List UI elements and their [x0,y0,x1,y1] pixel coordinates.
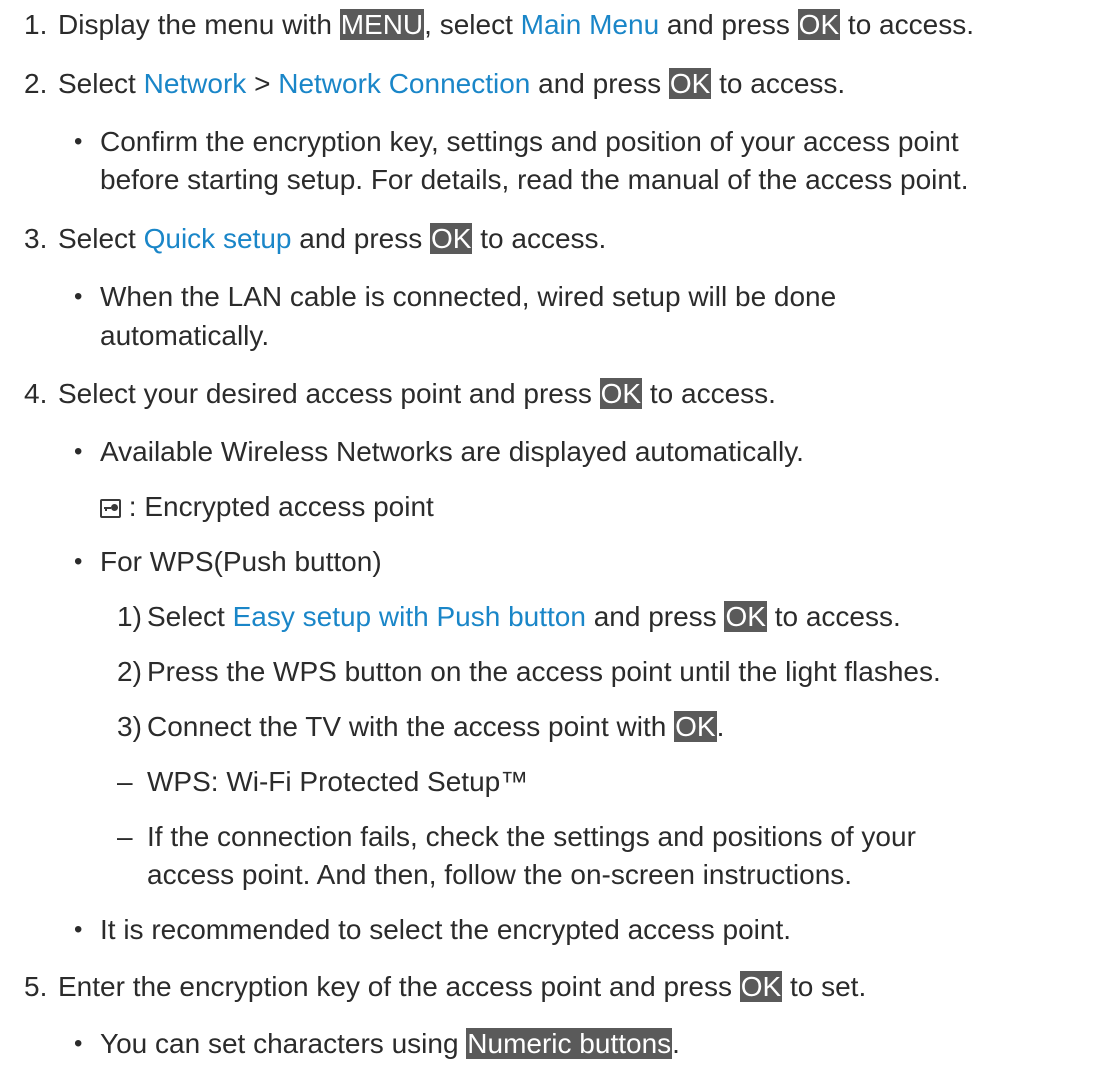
step-2-text-d: to access. [711,68,846,99]
step-3-text-b: and press [291,223,430,254]
step-2-text-c: and press [530,68,669,99]
step-5-number: 5. [24,971,48,1002]
step-2-number: 2. [24,68,48,99]
sub-step-1-text-a: Select [147,601,233,632]
easy-setup-push-button-link[interactable]: Easy setup with Push button [233,601,586,632]
encrypted-key-icon [100,499,121,518]
step-3-text: Select Quick setup and press OK to acces… [58,221,606,257]
sub-step-1-text: Select Easy setup with Push button and p… [147,599,901,635]
bullet-mark: • [74,438,83,465]
bullet-mark: • [74,1030,83,1057]
step-3-bullet-line-2: automatically. [100,320,270,351]
step-2-text-a: Select [58,68,144,99]
connection-fail-note-line-2: access point. And then, follow the on-sc… [147,859,853,890]
sub-step-3-text-b: . [716,711,725,742]
step-2-bullet-line-1: Confirm the encryption key, settings and… [100,126,959,157]
ok-key: OK [739,971,783,1002]
step-5-text-b: to set. [782,971,867,1002]
ok-key: OK [674,711,717,742]
step-4-text-a: Select your desired access point and pre… [58,378,600,409]
step-4-text-b: to access. [642,378,776,409]
sub-step-3-number: 3) [117,711,142,742]
step-3-text-c: to access. [472,223,607,254]
ok-key: OK [797,9,841,40]
sub-step-1-number: 1) [117,601,142,632]
ok-key: OK [668,68,712,99]
step-2-bullet-line-2: before starting setup. For details, read… [100,164,969,195]
step-1-text: Display the menu with MENU, select Main … [58,7,974,43]
step-1-number: 1. [24,9,48,40]
sub-step-2-number: 2) [117,656,142,687]
dash-mark: – [117,766,133,797]
step-4-bullet-3: It is recommended to select the encrypte… [100,914,792,945]
sub-step-3-text-a: Connect the TV with the access point wit… [147,711,675,742]
step-5-text-a: Enter the encryption key of the access p… [58,971,740,1002]
quick-setup-link[interactable]: Quick setup [144,223,292,254]
step-4-text: Select your desired access point and pre… [58,376,776,412]
encrypted-icon-row: : Encrypted access point [100,489,434,525]
bullet-mark: • [74,916,83,943]
step-1-text-c: and press [659,9,798,40]
sub-step-2-text: Press the WPS button on the access point… [147,656,941,687]
step-2-text: Select Network > Network Connection and … [58,66,845,102]
step-5-text: Enter the encryption key of the access p… [58,969,866,1005]
wps-note: WPS: Wi-Fi Protected Setup™ [147,766,529,797]
step-1-text-b: , select [424,9,521,40]
step-1-text-a: Display the menu with [58,9,340,40]
step-4-number: 4. [24,378,48,409]
step-5-bullet-text-a: You can set characters using [100,1028,467,1059]
sub-step-1-text-b: and press [585,601,725,632]
numeric-buttons-key: Numeric buttons [466,1028,673,1059]
dash-mark: – [117,821,133,852]
step-5-bullet-text-b: . [672,1028,680,1059]
encrypted-icon-caption: : Encrypted access point [121,491,434,522]
sub-step-3-text: Connect the TV with the access point wit… [147,709,724,745]
bullet-mark: • [74,548,83,575]
connection-fail-note-line-1: If the connection fails, check the setti… [147,821,916,852]
step-1-text-d: to access. [840,9,974,40]
step-2-text-b: > [246,68,279,99]
bullet-mark: • [74,283,83,310]
ok-key: OK [430,223,473,254]
bullet-mark: • [74,128,83,155]
sub-step-1-text-c: to access. [766,601,901,632]
menu-key: MENU [339,9,425,40]
main-menu-link[interactable]: Main Menu [521,9,660,40]
ok-key: OK [599,378,643,409]
step-3-bullet-line-1: When the LAN cable is connected, wired s… [100,281,837,312]
step-5-bullet: You can set characters using Numeric but… [100,1026,680,1062]
network-link[interactable]: Network [144,68,247,99]
step-4-bullet-1: Available Wireless Networks are displaye… [100,436,804,467]
step-3-number: 3. [24,223,48,254]
step-4-bullet-2: For WPS(Push button) [100,546,382,577]
step-3-text-a: Select [58,223,144,254]
network-connection-link[interactable]: Network Connection [278,68,530,99]
ok-key: OK [724,601,767,632]
